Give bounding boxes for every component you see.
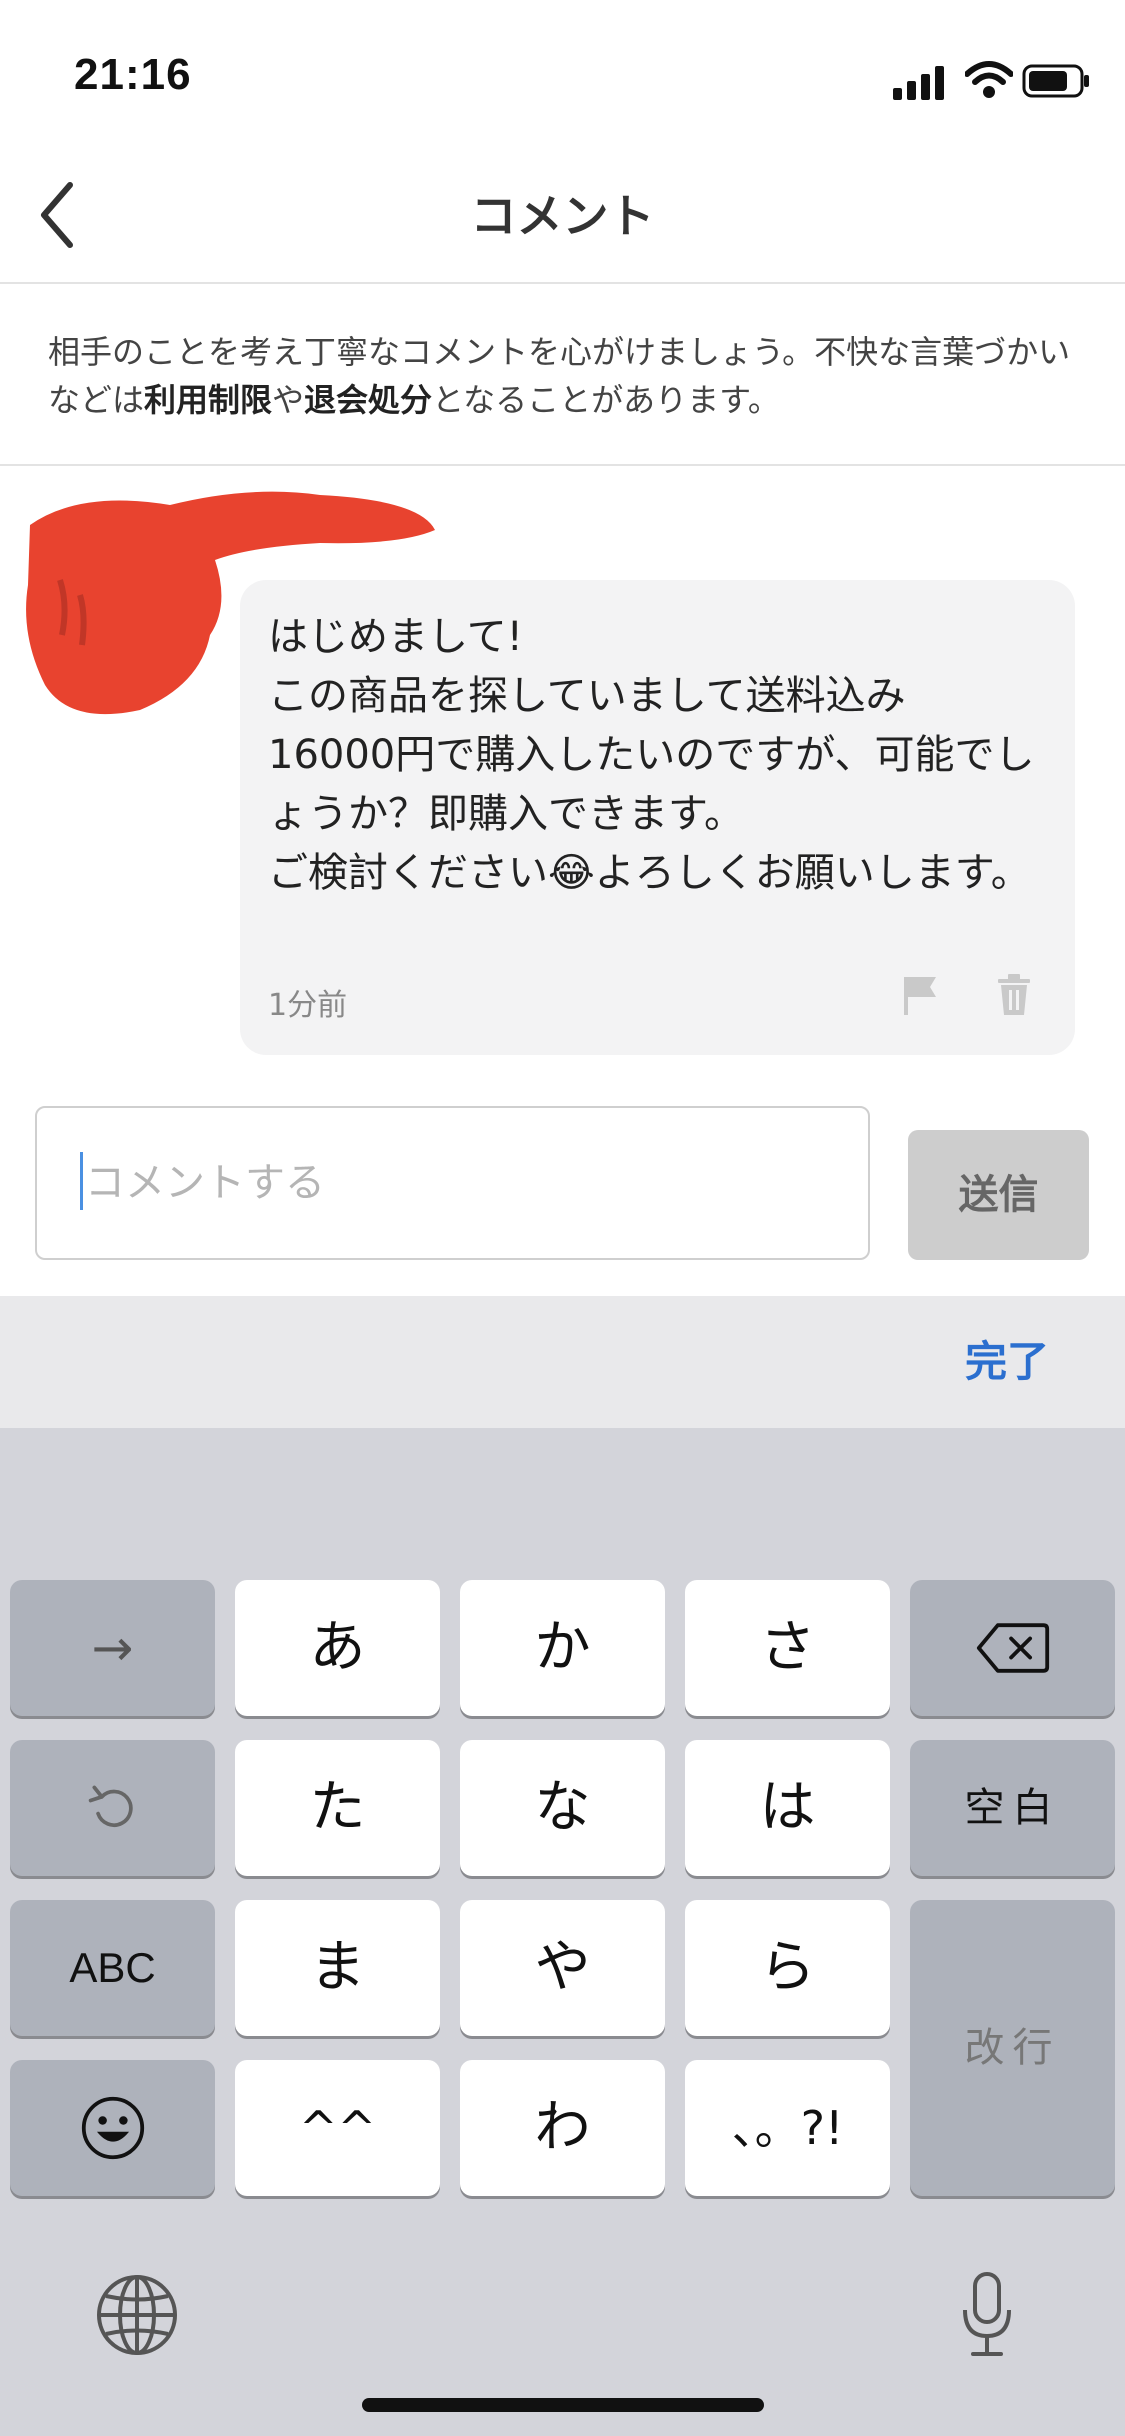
comment-text: はじめまして! この商品を探していまして送料込み 16000円で購入したいのです… [268, 614, 1035, 896]
emoji-key[interactable] [10, 2060, 215, 2196]
abc-key[interactable]: ABC [10, 1900, 215, 2036]
page-title: コメント [470, 189, 655, 243]
comment-bubble: はじめまして! この商品を探していまして送料込み 16000円で購入したいのです… [240, 580, 1075, 1055]
undo-key[interactable] [10, 1740, 215, 1876]
key-next-arrow[interactable]: → [10, 1580, 215, 1716]
trash-icon[interactable] [992, 973, 1036, 1017]
status-time: 21:16 [74, 50, 192, 99]
microphone-icon[interactable] [957, 2270, 1017, 2360]
key-ma-row[interactable]: ま [235, 1900, 440, 2036]
flag-icon[interactable] [898, 973, 942, 1017]
undo-icon [88, 1785, 133, 1827]
done-button[interactable]: 完了 [965, 1296, 1049, 1428]
send-button[interactable]: 送信 [908, 1130, 1089, 1260]
notice-text: 相手のことを考え丁寧なコメントを心がけましょう。不快な言葉づかいなどは利用制限や… [48, 328, 1078, 424]
back-button[interactable] [30, 175, 90, 255]
comment-guideline-notice: 相手のことを考え丁寧なコメントを心がけましょう。不快な言葉づかいなどは利用制限や… [0, 284, 1125, 466]
key-ha-row[interactable]: は [685, 1740, 890, 1876]
notice-text-part: や [272, 381, 305, 419]
backspace-icon [976, 1623, 1049, 1673]
keyboard-accessory-bar: 完了 [0, 1296, 1125, 1429]
punctuation-key[interactable]: 、。?! [685, 2060, 890, 2196]
cellular-signal-icon [893, 66, 944, 100]
key-ka-row[interactable]: か [460, 1580, 665, 1716]
wifi-icon [965, 61, 1013, 98]
notice-bold-withdrawal: 退会処分 [304, 381, 433, 419]
battery-icon [1022, 64, 1089, 98]
home-indicator [362, 2398, 764, 2412]
key-ra-row[interactable]: ら [685, 1900, 890, 2036]
notice-bold-usage-limit: 利用制限 [144, 381, 273, 419]
delete-key[interactable] [910, 1580, 1115, 1716]
key-sa-row[interactable]: さ [685, 1580, 890, 1716]
notice-text-part: となることがあります。 [432, 381, 780, 419]
key-ya-row[interactable]: や [460, 1900, 665, 2036]
keyboard: → あ か さ た な は 空白 ABC ま や ら 改行 ^^ わ 、。?! [0, 1428, 1125, 2436]
navigation-bar: コメント [0, 150, 1125, 284]
globe-icon[interactable] [92, 2270, 182, 2360]
key-wa-row[interactable]: わ [460, 2060, 665, 2196]
return-key[interactable]: 改行 [910, 1900, 1115, 2196]
smiley-icon [81, 2096, 144, 2160]
space-key[interactable]: 空白 [910, 1740, 1115, 1876]
text-caret [80, 1152, 83, 1210]
key-ta-row[interactable]: た [235, 1740, 440, 1876]
comment-timestamp: 1分前 [268, 988, 348, 1023]
kaomoji-key[interactable]: ^^ [235, 2060, 440, 2196]
comment-input[interactable] [35, 1106, 870, 1260]
key-a-row[interactable]: あ [235, 1580, 440, 1716]
key-na-row[interactable]: な [460, 1740, 665, 1876]
